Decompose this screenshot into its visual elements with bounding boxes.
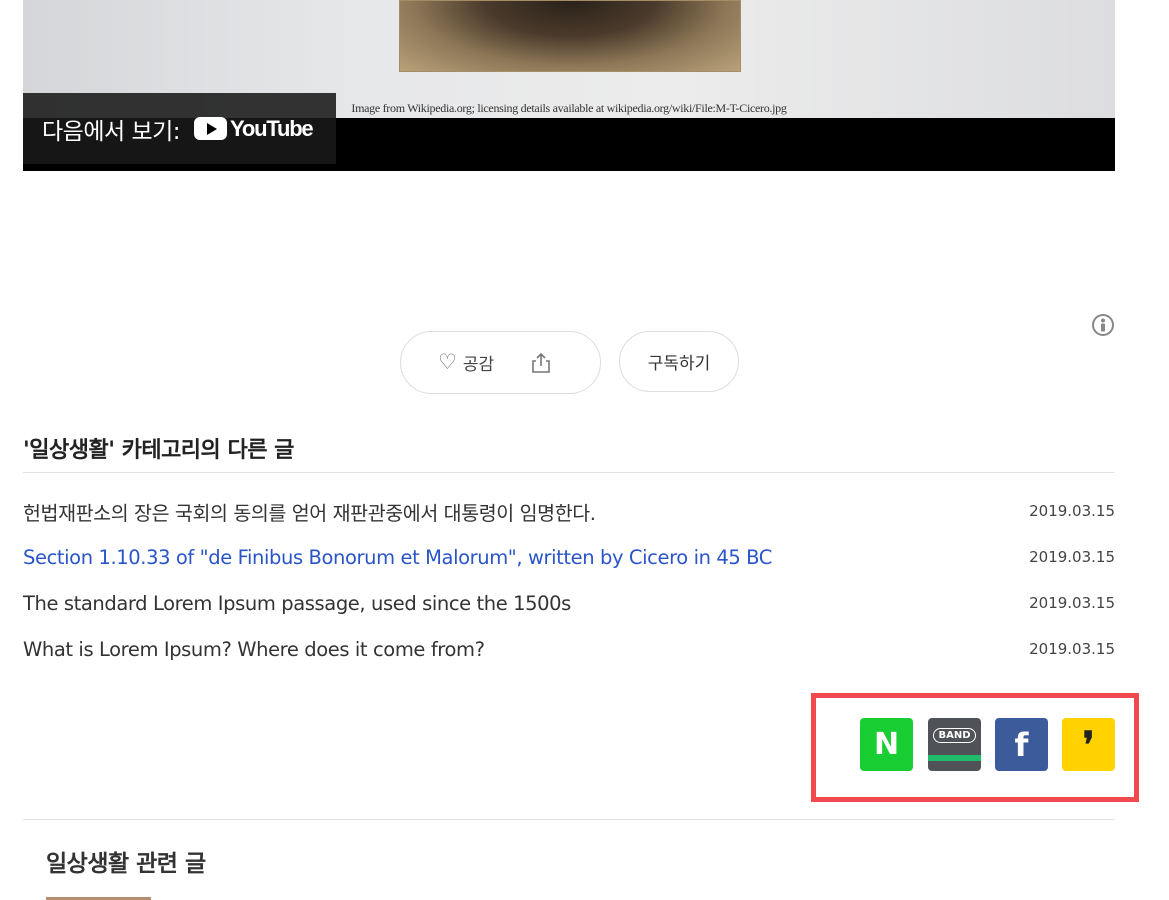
- kakao-share-button[interactable]: ❜: [1062, 718, 1115, 771]
- list-item[interactable]: What is Lorem Ipsum? Where does it come …: [23, 626, 1115, 672]
- band-icon: BAND: [933, 728, 976, 743]
- facebook-share-button[interactable]: f: [995, 718, 1048, 771]
- divider: [23, 819, 1115, 820]
- post-title-link[interactable]: 헌법재판소의 장은 국회의 동의를 얻어 재판관중에서 대통령이 임명한다.: [23, 497, 596, 526]
- post-date: 2019.03.15: [1029, 640, 1115, 658]
- subscribe-button[interactable]: 구독하기: [619, 331, 739, 392]
- post-date: 2019.03.15: [1029, 548, 1115, 566]
- watch-on-label: 다음에서 보기:: [42, 118, 181, 145]
- like-button[interactable]: ♡ 공감: [438, 350, 494, 375]
- kakao-icon: ❜: [1082, 723, 1095, 766]
- share-icon[interactable]: [530, 352, 552, 374]
- divider: [23, 472, 1115, 473]
- post-date: 2019.03.15: [1029, 502, 1115, 520]
- youtube-wordmark: YouTube: [230, 115, 314, 141]
- post-title-link[interactable]: What is Lorem Ipsum? Where does it come …: [23, 638, 485, 661]
- post-title-link[interactable]: The standard Lorem Ipsum passage, used s…: [23, 592, 571, 615]
- person-icon: [1101, 318, 1105, 332]
- band-bar: [928, 755, 981, 761]
- reaction-group: ♡ 공감: [400, 331, 601, 394]
- post-date: 2019.03.15: [1029, 594, 1115, 612]
- like-label: 공감: [462, 355, 495, 375]
- list-item[interactable]: Section 1.10.33 of "de Finibus Bonorum e…: [23, 534, 1115, 580]
- list-item[interactable]: 헌법재판소의 장은 국회의 동의를 얻어 재판관중에서 대통령이 임명한다. 2…: [23, 488, 1115, 534]
- related-section-title: 일상생활 관련 글: [46, 851, 206, 877]
- naver-icon: N: [873, 727, 900, 762]
- band-share-button[interactable]: BAND: [928, 718, 981, 771]
- list-item[interactable]: The standard Lorem Ipsum passage, used s…: [23, 580, 1115, 626]
- youtube-logo: YouTube: [194, 115, 314, 142]
- naver-share-button[interactable]: N: [860, 718, 913, 771]
- video-embed[interactable]: Image from Wikipedia.org; licensing deta…: [23, 0, 1115, 171]
- heart-icon: ♡: [438, 351, 457, 374]
- watch-on-youtube-button[interactable]: 다음에서 보기: YouTube: [23, 93, 336, 164]
- video-portrait-image: [399, 0, 741, 72]
- category-section-title: '일상생활' 카테고리의 다른 글: [23, 438, 294, 463]
- post-title-link[interactable]: Section 1.10.33 of "de Finibus Bonorum e…: [23, 546, 772, 569]
- youtube-play-icon: [194, 117, 228, 140]
- facebook-icon: f: [1014, 725, 1029, 764]
- category-post-list: 헌법재판소의 장은 국회의 동의를 얻어 재판관중에서 대통령이 임명한다. 2…: [23, 488, 1115, 672]
- accessibility-icon[interactable]: [1092, 314, 1114, 336]
